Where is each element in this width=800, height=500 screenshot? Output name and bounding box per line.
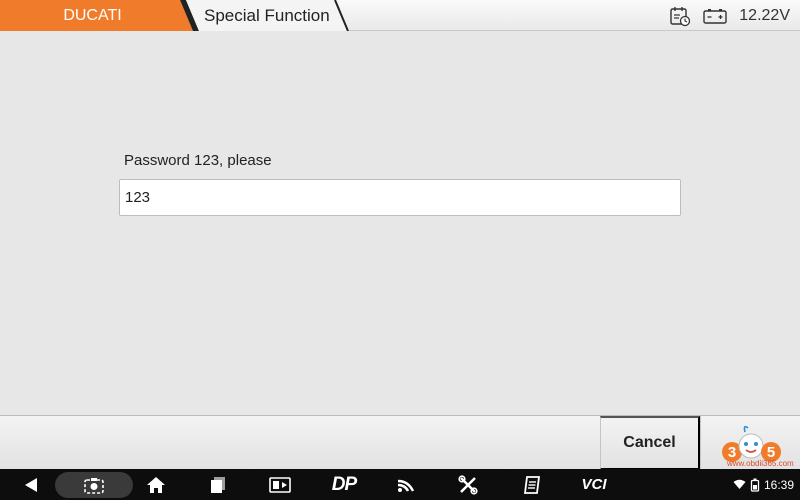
system-status: 16:39 [733, 469, 794, 500]
breadcrumb-brand[interactable]: DUCATI [0, 0, 205, 31]
vci-icon[interactable]: VCI [576, 469, 612, 500]
password-prompt-label: Password 123, please [124, 152, 272, 169]
status-area: 12.22V [669, 0, 790, 31]
back-icon[interactable] [14, 469, 48, 500]
watermark-url: www.obdii365.com [727, 459, 794, 468]
manual-icon[interactable] [516, 469, 548, 500]
dp-label: DP [331, 473, 357, 495]
action-bar: Cancel 3 5 [0, 415, 800, 470]
vci-label: VCI [581, 476, 607, 493]
screenshot-icon[interactable] [76, 469, 112, 500]
breadcrumb-brand-label: DUCATI [63, 7, 122, 24]
clock-time: 16:39 [763, 477, 794, 492]
password-input[interactable] [119, 179, 681, 216]
battery-icon [703, 7, 727, 25]
wifi-icon [733, 479, 746, 489]
tools-icon[interactable] [452, 469, 484, 500]
wifi-connect-icon[interactable] [390, 469, 422, 500]
home-icon[interactable] [138, 469, 174, 500]
password-dialog: Password 123, please [0, 31, 800, 415]
breadcrumb-function[interactable]: Special Function [180, 0, 355, 31]
battery-status-icon [750, 478, 760, 492]
navigation-bar: DP VCI 16:39 [0, 469, 800, 500]
top-bar: DUCATI Special Function 12.22V [0, 0, 800, 31]
recent-apps-icon[interactable] [200, 469, 236, 500]
dp-icon[interactable]: DP [324, 469, 364, 500]
voltage-readout: 12.22V [739, 6, 790, 24]
breadcrumb-function-label: Special Function [204, 6, 330, 25]
vehicle-icon[interactable] [262, 469, 298, 500]
calendar-clock-icon[interactable] [669, 5, 691, 27]
cancel-button[interactable]: Cancel [600, 416, 700, 470]
